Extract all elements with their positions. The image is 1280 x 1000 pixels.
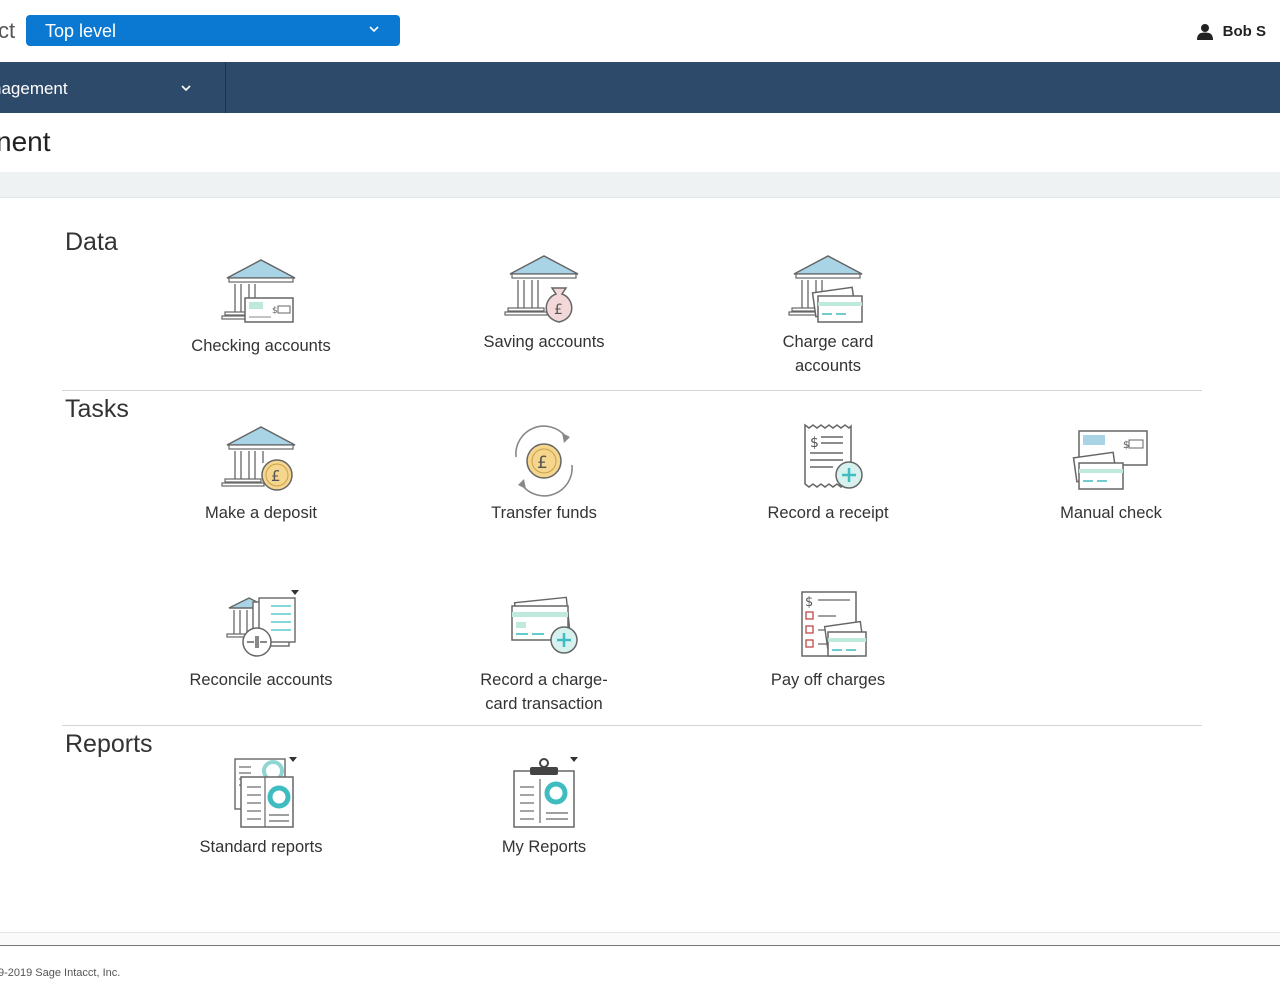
tile-saving-accounts[interactable]: £ Saving accounts — [449, 252, 639, 354]
svg-text:£: £ — [537, 453, 548, 473]
top-bar: ct Top level Bob S — [0, 0, 1280, 62]
section-title-tasks: Tasks — [65, 395, 129, 423]
page-title: nent — [0, 126, 51, 157]
tile-label: Standard reports — [199, 838, 323, 856]
tile-label: Checking accounts — [191, 337, 331, 355]
nav-item-cash-management[interactable]: nagement — [0, 62, 226, 113]
main-nav: nagement — [0, 62, 1280, 113]
tile-label: My Reports — [501, 838, 587, 856]
tile-my-reports[interactable]: My Reports — [449, 757, 639, 859]
tile-checking-accounts[interactable]: $ Checking accounts — [166, 256, 356, 358]
toolbar-strip — [0, 172, 1280, 198]
section-divider — [62, 725, 1202, 726]
card-add-icon — [511, 596, 578, 654]
section-title-data: Data — [65, 228, 118, 256]
transfer-coin-icon: £ — [515, 425, 573, 497]
standard-reports-icon — [234, 757, 297, 828]
tile-label: Saving accounts — [483, 333, 605, 351]
receipt-add-icon: $ — [804, 423, 863, 489]
tile-label: Manual check — [1060, 504, 1162, 522]
svg-text:$: $ — [805, 595, 813, 610]
tile-manual-check[interactable]: $ Manual check — [1016, 423, 1206, 525]
tile-label: Pay off charges — [770, 671, 886, 689]
tile-charge-card-accounts[interactable]: Charge card accounts — [733, 252, 923, 378]
tile-label: Record a charge-card transaction — [480, 671, 608, 713]
reconcile-icon — [226, 590, 299, 657]
brand-name: ct — [0, 18, 16, 43]
bank-moneybag-icon: £ — [504, 255, 579, 323]
tile-reconcile-accounts[interactable]: Reconcile accounts — [166, 590, 356, 692]
chevron-down-icon — [369, 26, 379, 33]
check-cards-icon: $ — [1072, 430, 1148, 490]
svg-text:$: $ — [1123, 440, 1129, 451]
tile-standard-reports[interactable]: Standard reports — [166, 757, 356, 859]
bank-coin-icon: £ — [221, 426, 296, 491]
entity-select[interactable]: Top level — [26, 15, 400, 46]
nav-item-label: nagement — [0, 79, 68, 98]
bank-cards-icon — [788, 255, 863, 323]
tile-record-a-receipt[interactable]: $ Record a receipt — [733, 423, 923, 525]
footer-copyright: 9-2019 Sage Intacct, Inc. — [0, 967, 121, 979]
tile-label: Charge card accounts — [782, 333, 874, 375]
tile-label: Record a receipt — [767, 504, 889, 522]
checklist-cards-icon: $ — [801, 591, 867, 657]
user-name: Bob S — [1222, 23, 1266, 40]
tile-record-a-charge-card-transaction[interactable]: Record a charge-card transaction — [449, 590, 639, 716]
content-bottom-border — [0, 932, 1280, 946]
user-icon — [1196, 24, 1213, 40]
bank-check-icon: $ — [221, 259, 296, 323]
section-title-reports: Reports — [65, 730, 153, 758]
svg-text:$: $ — [810, 435, 819, 451]
svg-text:£: £ — [554, 302, 563, 318]
user-menu[interactable]: Bob S — [1196, 23, 1266, 40]
entity-select-value: Top level — [45, 21, 117, 41]
tile-make-a-deposit[interactable]: £ Make a deposit — [166, 423, 356, 525]
section-divider — [62, 390, 1202, 391]
chevron-down-icon — [181, 85, 191, 92]
svg-text:£: £ — [271, 467, 281, 485]
tile-pay-off-charges[interactable]: $ Pay off charges — [733, 590, 923, 692]
tile-transfer-funds[interactable]: £ Transfer funds — [449, 423, 639, 525]
clipboard-report-icon — [513, 757, 578, 828]
svg-text:$: $ — [272, 306, 278, 316]
tile-label: Reconcile accounts — [189, 671, 333, 689]
tile-label: Transfer funds — [491, 504, 597, 522]
tile-label: Make a deposit — [205, 504, 317, 522]
